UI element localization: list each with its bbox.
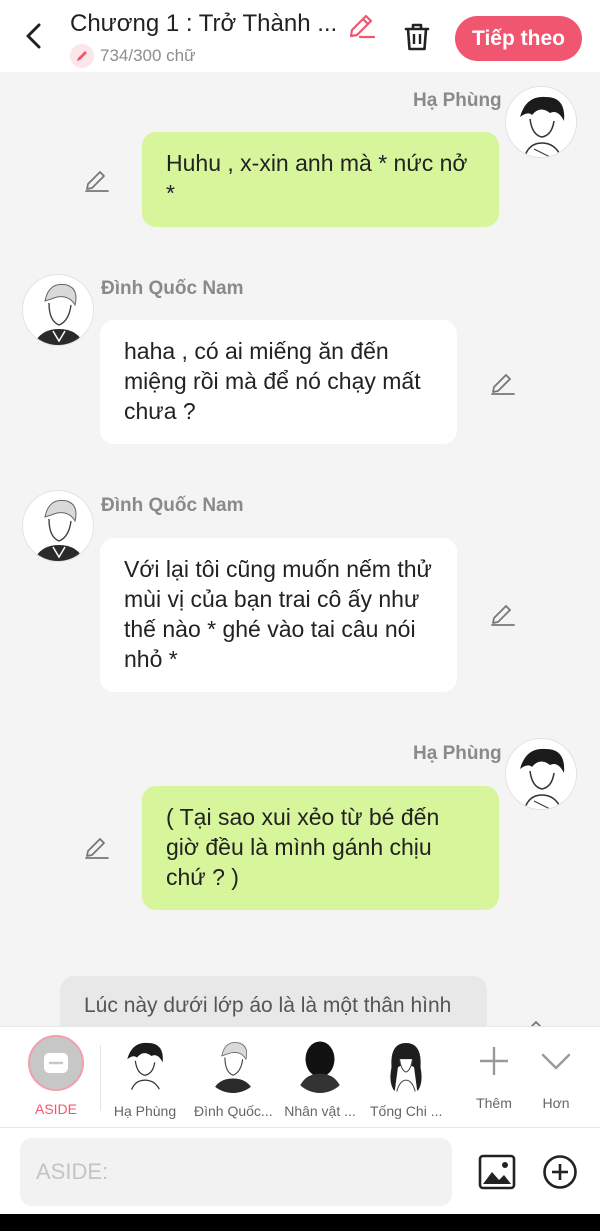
character-label: Hạ Phùng bbox=[113, 1103, 177, 1119]
avatar-tong-chi bbox=[377, 1035, 435, 1093]
add-character-button[interactable]: Thêm bbox=[470, 1035, 518, 1111]
word-count-row: 734/300 chữ bbox=[70, 44, 196, 68]
chapter-title[interactable]: Chương 1 : Trở Thành ... bbox=[70, 10, 340, 38]
word-count: 734/300 chữ bbox=[100, 46, 196, 65]
aside-label: ASIDE bbox=[34, 1101, 77, 1117]
message-bubble[interactable]: Huhu , x-xin anh mà * nức nở * bbox=[142, 132, 499, 227]
avatar-silhouette bbox=[291, 1035, 349, 1093]
speaker-name: Hạ Phùng bbox=[413, 743, 502, 764]
speaker-name: Đình Quốc Nam bbox=[101, 278, 244, 299]
chat-area[interactable]: Hạ Phùng Huhu , x-xin anh mà * nức nở * … bbox=[0, 72, 600, 1026]
aside-option[interactable]: ASIDE bbox=[18, 1035, 94, 1117]
edit-title-pencil-icon[interactable] bbox=[346, 11, 376, 41]
speaker-name: Đình Quốc Nam bbox=[101, 495, 244, 516]
avatar-dinh-quoc-nam[interactable] bbox=[22, 274, 94, 346]
message-bubble[interactable]: Với lại tôi cũng muốn nếm thử mùi vị của… bbox=[100, 538, 457, 692]
edit-message-pencil-icon[interactable] bbox=[82, 166, 112, 196]
character-dinh-quoc-nam[interactable]: Đình Quốc... bbox=[194, 1035, 273, 1119]
character-tong-chi[interactable]: Tống Chi ... bbox=[370, 1035, 442, 1119]
aside-bubble[interactable]: Lúc này dưới lớp áo là là một thân hình bbox=[60, 976, 487, 1026]
speaker-name: Hạ Phùng bbox=[413, 90, 502, 111]
image-icon[interactable] bbox=[478, 1154, 516, 1190]
message-input[interactable] bbox=[20, 1138, 452, 1206]
character-label: Nhân vật ... bbox=[284, 1103, 356, 1119]
more-characters-button[interactable]: Hơn bbox=[534, 1035, 578, 1111]
composer bbox=[0, 1128, 600, 1214]
system-nav-bar bbox=[0, 1214, 600, 1231]
add-label: Thêm bbox=[476, 1095, 512, 1111]
edit-message-pencil-icon[interactable] bbox=[518, 1016, 548, 1026]
character-nhan-vat[interactable]: Nhân vật ... bbox=[284, 1035, 356, 1119]
plus-icon bbox=[474, 1041, 514, 1081]
message-bubble[interactable]: ( Tại sao xui xẻo từ bé đến giờ đều là m… bbox=[142, 786, 499, 910]
avatar-dinh-quoc-nam[interactable] bbox=[22, 490, 94, 562]
avatar-dinh-quoc-nam bbox=[204, 1035, 262, 1093]
next-button[interactable]: Tiếp theo bbox=[455, 16, 582, 61]
avatar-ha-phung bbox=[116, 1035, 174, 1093]
pencil-badge-icon bbox=[70, 44, 94, 68]
divider bbox=[100, 1045, 101, 1111]
top-bar: Chương 1 : Trở Thành ... 734/300 chữ Tiế… bbox=[0, 0, 600, 72]
message-bubble[interactable]: haha , có ai miếng ăn đến miệng rồi mà đ… bbox=[100, 320, 457, 444]
edit-message-pencil-icon[interactable] bbox=[488, 600, 518, 630]
edit-message-pencil-icon[interactable] bbox=[82, 833, 112, 863]
back-arrow-icon[interactable] bbox=[18, 20, 50, 52]
character-label: Đình Quốc... bbox=[194, 1103, 273, 1119]
character-label: Tống Chi ... bbox=[370, 1103, 443, 1119]
more-label: Hơn bbox=[542, 1095, 570, 1111]
add-circle-icon[interactable] bbox=[542, 1154, 578, 1190]
avatar-ha-phung[interactable] bbox=[505, 738, 577, 810]
trash-icon[interactable] bbox=[400, 20, 434, 54]
edit-message-pencil-icon[interactable] bbox=[488, 369, 518, 399]
character-ha-phung[interactable]: Hạ Phùng bbox=[110, 1035, 180, 1119]
chevron-down-icon bbox=[536, 1041, 576, 1081]
aside-icon bbox=[28, 1035, 84, 1091]
character-selector: ASIDE Hạ Phùng Đình Quốc... Nhân vật ...… bbox=[0, 1026, 600, 1128]
avatar-ha-phung[interactable] bbox=[505, 86, 577, 158]
